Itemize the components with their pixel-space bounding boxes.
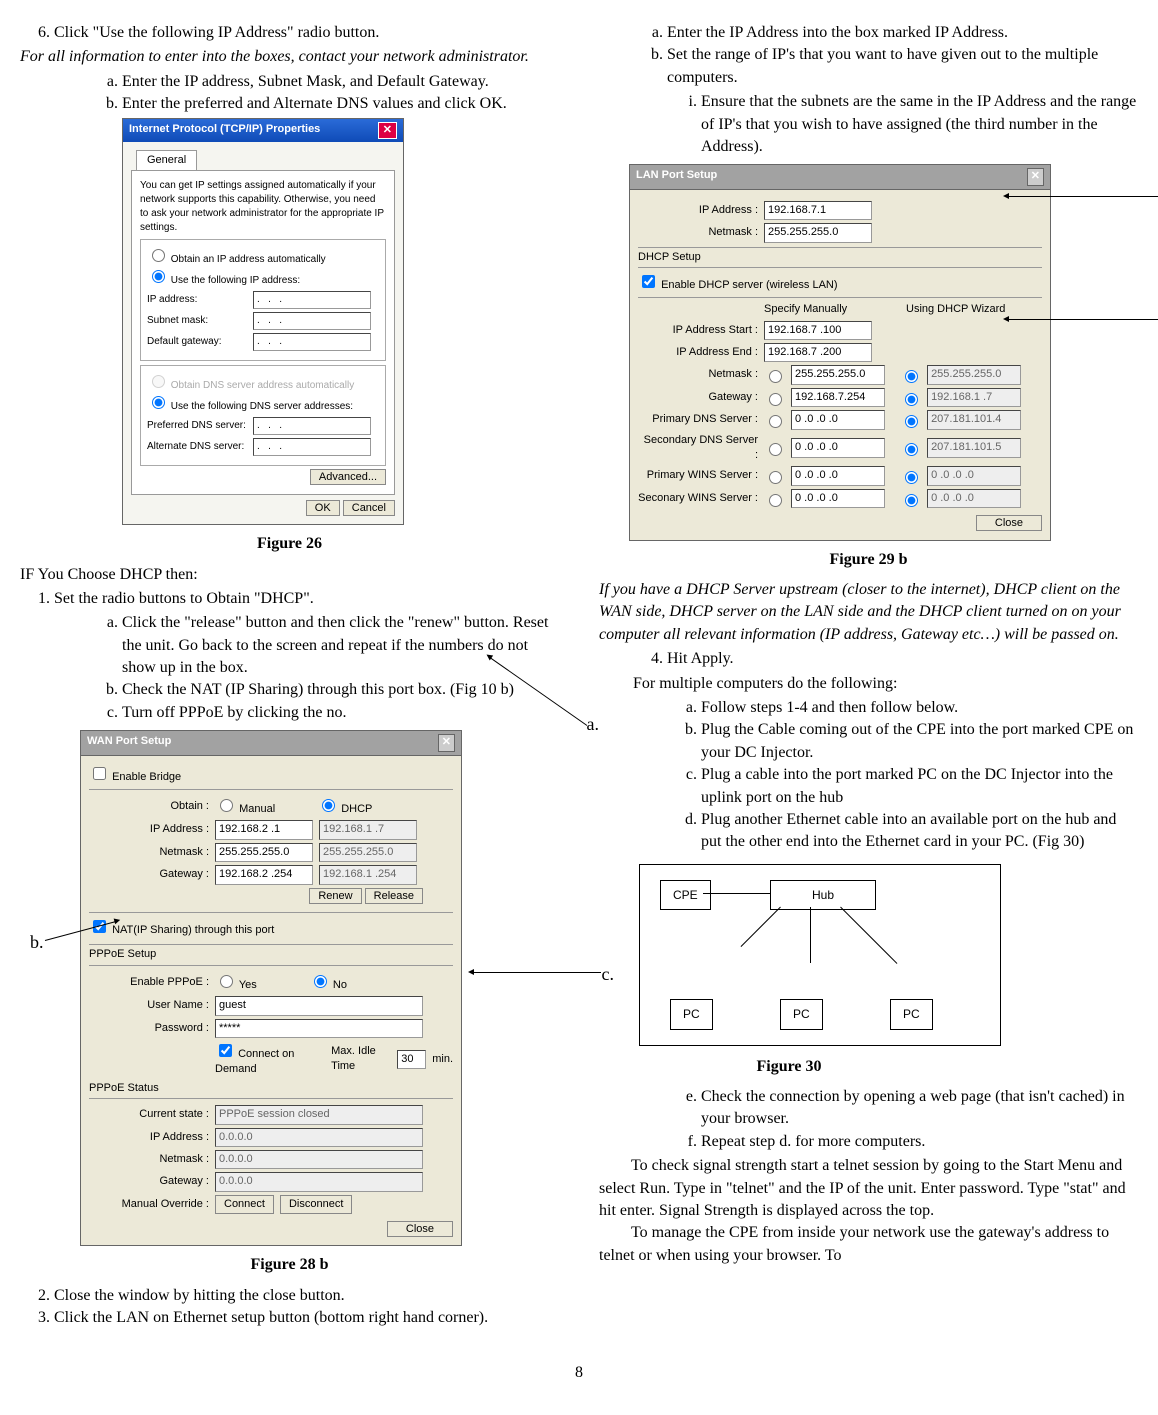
step-4: Hit Apply. [667, 648, 1138, 670]
pppoe-setup-label: PPPoE Setup [89, 947, 453, 962]
annotation-c: c. [602, 962, 615, 987]
cancel-button[interactable]: Cancel [343, 500, 395, 516]
box-pc3: PC [890, 999, 933, 1030]
dhcp-setup-label: DHCP Setup [638, 250, 1042, 265]
right-a: Enter the IP Address into the box marked… [667, 22, 1138, 44]
pppoe-status-label: PPPoE Status [89, 1081, 453, 1096]
ok-button[interactable]: OK [306, 500, 340, 516]
fig28-caption: Figure 28 b [20, 1254, 559, 1276]
radio-obtain-dns[interactable]: Obtain DNS server address automatically [147, 380, 354, 391]
multi-f: Repeat step d. for more computers. [701, 1131, 1138, 1153]
cod-check[interactable]: Connect on Demand [215, 1041, 319, 1078]
step-6b: Enter the preferred and Alternate DNS va… [122, 93, 559, 115]
fig30-caption: Figure 30 [639, 1056, 939, 1078]
radio-pppoe-no[interactable]: No [309, 972, 347, 993]
fig29-window: LAN Port Setup ✕ IP Address :192.168.7.1… [629, 164, 1051, 540]
telnet-para: To check signal strength start a telnet … [599, 1155, 1138, 1222]
fig28-title: WAN Port Setup [87, 734, 171, 751]
multi-c: Plug a cable into the port marked PC on … [701, 764, 1138, 809]
fig29-title: LAN Port Setup [636, 168, 717, 185]
fig26-desc: You can get IP settings assigned automat… [140, 179, 386, 235]
box-hub: Hub [770, 880, 876, 911]
multi-b: Plug the Cable coming out of the CPE int… [701, 719, 1138, 764]
annotation-b: b. [30, 930, 44, 955]
release-button[interactable]: Release [365, 888, 423, 904]
enable-dhcp-check[interactable]: Enable DHCP server (wireless LAN) [638, 279, 838, 291]
fig26-caption: Figure 26 [20, 533, 559, 555]
box-cpe: CPE [660, 880, 711, 911]
step-1b: Check the NAT (IP Sharing) through this … [122, 679, 559, 701]
step-1a: Click the "release" button and then clic… [122, 612, 559, 679]
radio-obtain-ip[interactable]: Obtain an IP address automatically [147, 254, 326, 265]
nat-check[interactable]: NAT(IP Sharing) through this port [89, 924, 274, 936]
close-icon[interactable]: ✕ [378, 122, 397, 139]
enable-bridge-check[interactable]: Enable Bridge [89, 771, 181, 783]
radio-dhcp[interactable]: DHCP [317, 796, 372, 817]
radio-manual[interactable]: Manual [215, 796, 275, 817]
connect-button[interactable]: Connect [215, 1195, 274, 1214]
fig28-window: WAN Port Setup ✕ Enable Bridge Obtain : … [80, 730, 462, 1246]
close-button[interactable]: Close [976, 515, 1042, 531]
fig26-title: Internet Protocol (TCP/IP) Properties [129, 122, 320, 139]
multi-e: Check the connection by opening a web pa… [701, 1086, 1138, 1131]
right-b-i: Ensure that the subnets are the same in … [701, 91, 1138, 158]
radio-use-ip[interactable]: Use the following IP address: [147, 275, 300, 286]
dhcp-intro: IF You Choose DHCP then: [20, 564, 559, 586]
fig30-diagram: CPE Hub PC PC PC [639, 864, 1001, 1046]
step-6: Click "Use the following IP Address" rad… [54, 22, 559, 44]
step-1c: Turn off PPPoE by clicking the no. [122, 702, 559, 724]
close-button[interactable]: Close [387, 1221, 453, 1237]
advanced-button[interactable]: Advanced... [310, 469, 386, 485]
box-pc1: PC [670, 999, 713, 1030]
close-icon[interactable]: ✕ [438, 734, 455, 751]
tab-general[interactable]: General [136, 150, 197, 170]
page-number: 8 [20, 1362, 1138, 1384]
dhcp-note: If you have a DHCP Server upstream (clos… [599, 579, 1138, 646]
radio-pppoe-yes[interactable]: Yes [215, 972, 257, 993]
renew-button[interactable]: Renew [309, 888, 361, 904]
multi-a: Follow steps 1-4 and then follow below. [701, 697, 1138, 719]
step-1: Set the radio buttons to Obtain "DHCP". [54, 588, 559, 610]
right-b: Set the range of IP's that you want to h… [667, 44, 1138, 89]
annotation-a: a. [587, 712, 600, 737]
radio-use-dns[interactable]: Use the following DNS server addresses: [147, 401, 353, 412]
manage-para: To manage the CPE from inside your netwo… [599, 1222, 1138, 1267]
disconnect-button[interactable]: Disconnect [280, 1195, 352, 1214]
multi-intro: For multiple computers do the following: [633, 673, 1138, 695]
fig29-caption: Figure 29 b [599, 549, 1138, 571]
box-pc2: PC [780, 999, 823, 1030]
contact-note: For all information to enter into the bo… [20, 46, 559, 68]
close-icon[interactable]: ✕ [1027, 168, 1044, 185]
step-2: Close the window by hitting the close bu… [54, 1285, 559, 1307]
step-6a: Enter the IP address, Subnet Mask, and D… [122, 71, 559, 93]
multi-d: Plug another Ethernet cable into an avai… [701, 809, 1138, 854]
fig26-window: Internet Protocol (TCP/IP) Properties ✕ … [122, 118, 404, 526]
step-3: Click the LAN on Ethernet setup button (… [54, 1307, 559, 1329]
